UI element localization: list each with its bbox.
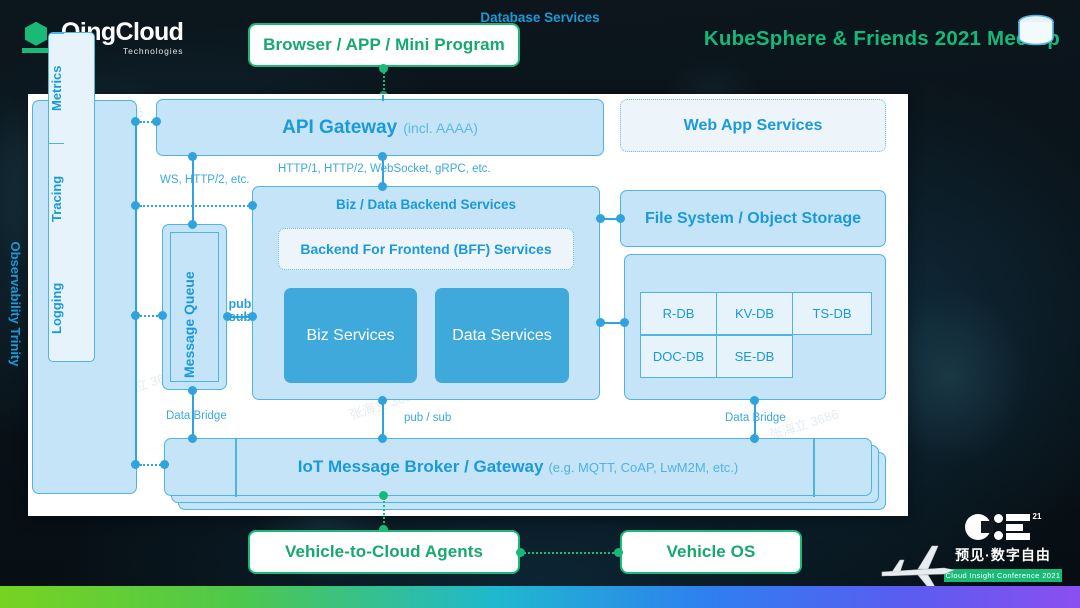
data-services-box: Data Services (435, 288, 569, 383)
vehicle-os-box: Vehicle OS (620, 530, 802, 574)
vehicle-to-cloud-agents-box: Vehicle-to-Cloud Agents (248, 530, 520, 574)
connector-dot-backend-top (378, 182, 387, 191)
cic-e-glyph (1005, 514, 1030, 540)
label-http-protocols: HTTP/1, HTTP/2, WebSocket, gRPC, etc. (278, 163, 491, 175)
database-services-title: Database Services (480, 10, 600, 25)
connector-obs-to-backend (140, 205, 252, 207)
observability-cell-logging: Logging (49, 282, 64, 334)
connector-dot-obs-1 (131, 117, 140, 126)
observability-spine (135, 120, 137, 465)
connector-dot-db-left (620, 318, 629, 327)
connector-dot-gateway-bottom (378, 152, 387, 161)
observability-cell-tracing: Tracing (49, 143, 64, 253)
observability-cell-metrics: Metrics (49, 33, 64, 143)
connector-agents-to-vehicleos (524, 552, 618, 554)
qingcloud-logo: QingCloud Technologies (22, 20, 184, 56)
connector-dot-backend-left (248, 201, 257, 210)
connector-dot-mq-bottom (188, 386, 197, 395)
db-cell-se-db: SE-DB (716, 335, 793, 378)
api-gateway-title: API Gateway (282, 116, 398, 138)
api-gateway-box: API Gateway (incl. AAAA) (156, 99, 604, 156)
file-system-object-storage-box: File System / Object Storage (620, 190, 886, 247)
cic-logo-mark: 21 (944, 512, 1062, 540)
connector-dot-gateway-left (152, 117, 161, 126)
connector-dot-db-bottom (750, 396, 759, 405)
label-pub-sub: pub / sub (404, 412, 452, 424)
connector-dot-mq-top (188, 220, 197, 229)
iot-broker-title: IoT Message Broker / Gateway (297, 457, 544, 476)
iot-message-broker-box: IoT Message Broker / Gateway (e.g. MQTT,… (164, 438, 872, 497)
connector-dot-obs-3 (131, 311, 140, 320)
browser-app-miniprogram-box: Browser / APP / Mini Program (248, 23, 520, 67)
bff-services-box: Backend For Frontend (BFF) Services (278, 228, 574, 270)
connector-backend-to-iot (382, 400, 384, 438)
cic-c-glyph (964, 514, 993, 540)
web-app-services-box: Web App Services (620, 99, 886, 152)
db-cell-kv-db: KV-DB (716, 292, 793, 335)
message-queue-label: Message Queue (181, 271, 197, 378)
connector-dot-obs-2 (131, 201, 140, 210)
connector-gateway-to-mq (192, 156, 194, 224)
biz-data-backend-title: Biz / Data Backend Services (335, 197, 517, 212)
connector-dot-iot-left (160, 460, 169, 469)
bottom-gradient-bar (0, 586, 1080, 608)
observability-cells: Metrics Tracing Logging (48, 32, 95, 362)
connector-dot-gateway-left-bottom (188, 152, 197, 161)
label-ws-http2: WS, HTTP/2, etc. (160, 174, 250, 186)
biz-services-box: Biz Services (284, 288, 417, 383)
connector-dot-mq-left (158, 311, 167, 320)
meetup-title: KubeSphere & Friends 2021 Meetup (703, 27, 1060, 50)
connector-dot-backend-bottom (378, 396, 387, 405)
connector-dot-backend-right-1 (596, 214, 605, 223)
connector-dot-backend-right-2 (596, 318, 605, 327)
label-pub: pub (228, 297, 252, 311)
connector-dot-fs-left (616, 214, 625, 223)
connector-gateway-top (382, 95, 384, 101)
connector-dot-iot-top-left (188, 434, 197, 443)
connector-dot-iot-top-right (750, 434, 759, 443)
connector-dot-vehicleos-left (614, 548, 623, 557)
db-cell-r-db: R-DB (640, 292, 717, 335)
cic-i-glyph (993, 514, 1003, 540)
api-gateway-subtitle: (incl. AAAA) (403, 119, 478, 136)
db-cell-ts-db: TS-DB (792, 292, 872, 335)
connector-dot-obs-4 (131, 460, 140, 469)
label-sub: sub (228, 310, 252, 325)
observability-trinity-label: Observability Trinity (8, 241, 23, 367)
database-cell-grid: R-DB KV-DB TS-DB DOC-DB SE-DB (640, 292, 872, 378)
cic-superscript: 21 (1032, 512, 1042, 521)
label-data-bridge-right: Data Bridge (725, 412, 786, 424)
label-data-bridge-left: Data Bridge (166, 410, 227, 422)
db-cell-doc-db: DOC-DB (640, 335, 717, 378)
iot-message-broker-stack: IoT Message Broker / Gateway (e.g. MQTT,… (164, 438, 886, 510)
iot-broker-subtitle: (e.g. MQTT, CoAP, LwM2M, etc.) (548, 459, 739, 475)
connector-dot-iot-top-mid (378, 434, 387, 443)
